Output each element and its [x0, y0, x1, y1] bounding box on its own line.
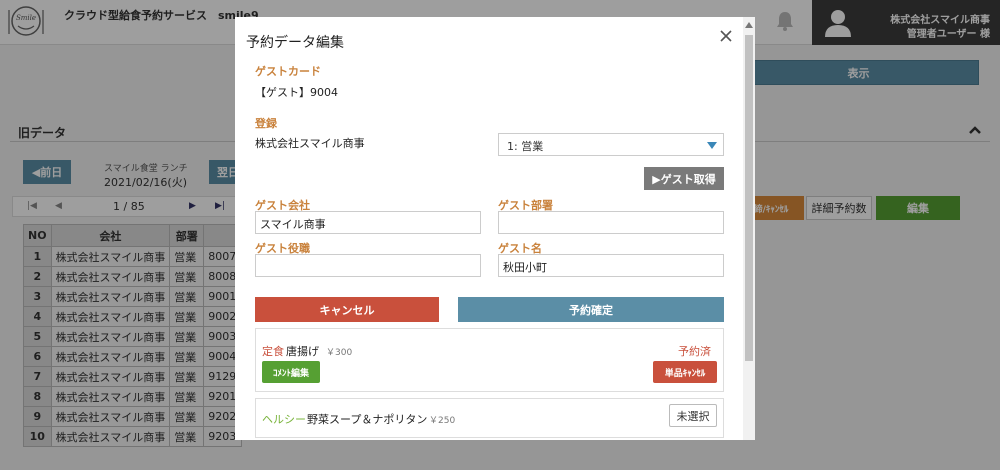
- modal-header: 予約データ編集: [235, 17, 755, 61]
- menu-name: 唐揚げ: [286, 345, 319, 358]
- comment-edit-button[interactable]: ｺﾒﾝﾄ編集: [262, 361, 320, 383]
- guest-card-value: 【ゲスト】9004: [255, 86, 338, 99]
- department-select-value: 1: 営業: [507, 140, 544, 153]
- item-cancel-button[interactable]: 単品ｷｬﾝｾﾙ: [653, 361, 717, 383]
- register-label: 登録: [255, 117, 277, 130]
- menu-price: ￥250: [429, 416, 456, 426]
- menu-category: 定食: [262, 345, 284, 358]
- menu-item-teishoku: 定食 唐揚げ ￥300 予約済 ｺﾒﾝﾄ編集 単品ｷｬﾝｾﾙ: [255, 328, 724, 392]
- modal-scrollbar[interactable]: [743, 17, 755, 440]
- guest-get-button[interactable]: ▶ゲスト取得: [644, 167, 724, 190]
- close-icon[interactable]: [719, 29, 733, 43]
- scrollbar-thumb[interactable]: [745, 35, 753, 361]
- modal-title: 予約データ編集: [246, 35, 344, 51]
- chevron-up-icon[interactable]: [745, 22, 753, 28]
- guest-name-input[interactable]: 秋田小町: [498, 254, 724, 277]
- guest-card-label: ゲストカード: [255, 65, 321, 78]
- register-company: 株式会社スマイル商事: [255, 137, 365, 150]
- menu-name: 野菜スープ＆ナポリタン: [307, 413, 428, 426]
- menu-item-healthy: ヘルシー 野菜スープ＆ナポリタン ￥250 未選択: [255, 398, 724, 438]
- guest-position-input[interactable]: [255, 254, 481, 277]
- menu-category: ヘルシー: [262, 413, 306, 426]
- guest-dept-input[interactable]: [498, 211, 724, 234]
- guest-company-input[interactable]: スマイル商事: [255, 211, 481, 234]
- menu-status: 予約済: [678, 345, 711, 358]
- confirm-reservation-button[interactable]: 予約確定: [458, 297, 724, 322]
- department-select[interactable]: 1: 営業: [498, 133, 724, 156]
- menu-price: ￥300: [326, 348, 353, 358]
- cancel-button[interactable]: キャンセル: [255, 297, 439, 322]
- select-menu-button[interactable]: 未選択: [669, 404, 717, 427]
- chevron-down-icon: [707, 142, 717, 149]
- reservation-edit-modal: 予約データ編集 ゲストカード 【ゲスト】9004 登録 株式会社スマイル商事 1…: [235, 17, 755, 440]
